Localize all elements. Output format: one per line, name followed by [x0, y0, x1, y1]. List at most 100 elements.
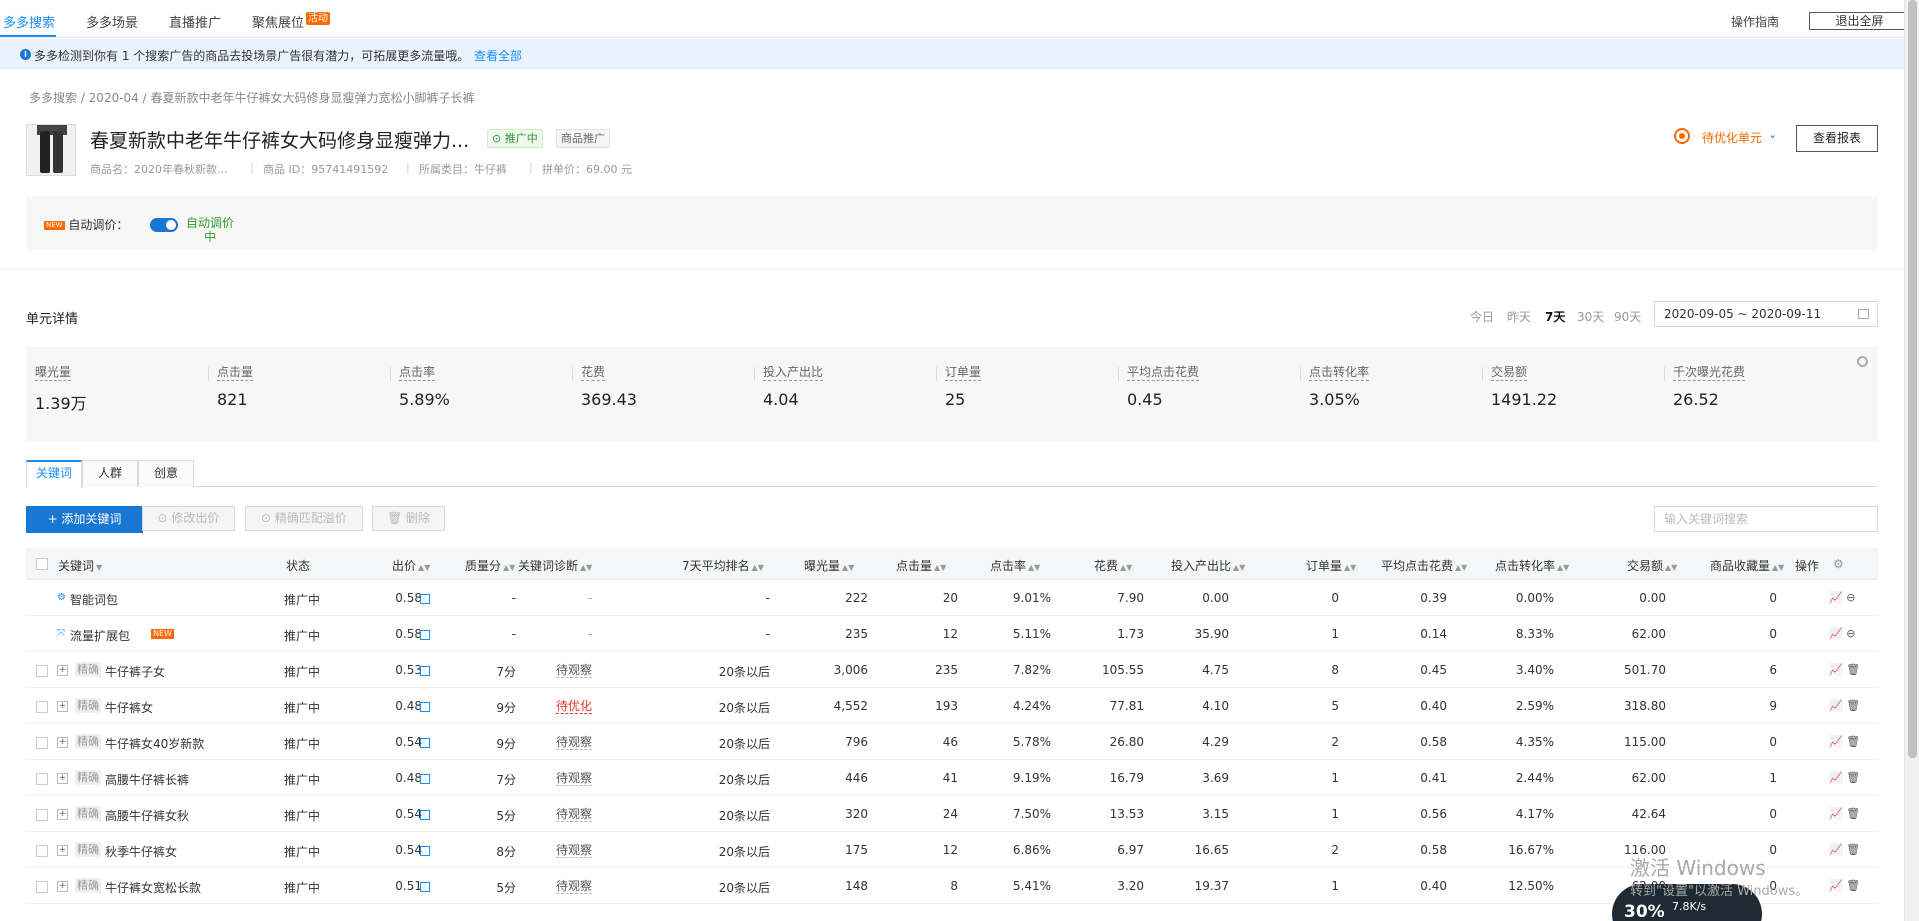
edit-icon[interactable]	[420, 630, 430, 640]
range-90d[interactable]: 90天	[1614, 308, 1641, 325]
vertical-scrollbar[interactable]	[1904, 0, 1919, 921]
diagnosis-text[interactable]: 待观察	[556, 663, 593, 678]
settings-icon[interactable]: ⚙	[1833, 557, 1844, 571]
tab-live-promo[interactable]: 直播推广	[169, 12, 221, 31]
trend-icon[interactable]: 📈	[1829, 879, 1843, 892]
diagnosis-text[interactable]: 待观察	[556, 771, 593, 786]
tab-focus-booth[interactable]: 聚焦展位 活动	[252, 12, 331, 31]
diagnosis-text[interactable]: 待优化	[556, 699, 593, 714]
edit-icon[interactable]	[420, 774, 430, 784]
modify-bid-button[interactable]: ⊙ 修改出价	[142, 506, 235, 531]
status-badge: ⊙ 推广中	[487, 129, 543, 148]
roi-value: 0.00	[1202, 591, 1229, 605]
expand-icon[interactable]: +	[57, 665, 68, 676]
tab-keywords[interactable]: 关键词	[26, 460, 82, 488]
col-impressions[interactable]: 曝光量 ▲▼	[804, 557, 854, 574]
trend-icon[interactable]: 📈	[1829, 735, 1843, 748]
trash-icon[interactable]: 🗑	[1846, 807, 1860, 820]
diagnosis-text[interactable]: 待观察	[556, 879, 593, 894]
trend-icon[interactable]: 📈	[1829, 627, 1843, 640]
keyword-text: 秋季牛仔裤女	[105, 845, 178, 859]
edit-icon[interactable]	[420, 738, 430, 748]
row-checkbox[interactable]	[36, 665, 48, 677]
diagnosis-text[interactable]: 待观察	[556, 735, 593, 750]
select-all-checkbox[interactable]	[36, 558, 48, 570]
delete-button[interactable]: 🗑 删除	[372, 506, 445, 531]
expand-icon[interactable]: +	[57, 773, 68, 784]
edit-icon[interactable]	[420, 594, 430, 604]
tab-duoduo-search[interactable]: 多多搜索	[3, 12, 55, 31]
add-keyword-button[interactable]: + 添加关键词	[26, 506, 143, 533]
col-favorites[interactable]: 商品收藏量 ▲▼	[1710, 557, 1784, 574]
col-cost[interactable]: 花费 ▲▼	[1094, 557, 1132, 574]
row-checkbox[interactable]	[36, 881, 48, 893]
col-diagnosis[interactable]: 关键词诊断 ▲▼	[518, 557, 592, 574]
col-roi[interactable]: 投入产出比 ▲▼	[1171, 557, 1245, 574]
cvr-value: 8.33%	[1515, 627, 1554, 641]
trend-icon[interactable]: 📈	[1829, 591, 1843, 604]
expand-icon[interactable]: +	[57, 701, 68, 712]
exit-fullscreen-button[interactable]: 退出全屏	[1809, 12, 1910, 30]
edit-icon[interactable]	[420, 846, 430, 856]
scrollbar-thumb[interactable]	[1908, 0, 1917, 758]
guide-link[interactable]: 操作指南	[1731, 13, 1779, 30]
range-yesterday[interactable]: 昨天	[1507, 308, 1531, 325]
remove-icon[interactable]: ⊖	[1846, 591, 1855, 604]
col-ctr[interactable]: 点击率 ▲▼	[990, 557, 1040, 574]
range-today[interactable]: 今日	[1470, 308, 1494, 325]
col-quality[interactable]: 质量分 ▲▼	[465, 557, 515, 574]
edit-icon[interactable]	[420, 810, 430, 820]
trash-icon[interactable]: 🗑	[1846, 771, 1860, 784]
expand-icon[interactable]: +	[57, 809, 68, 820]
date-range-picker[interactable]: 2020-09-05 ~ 2020-09-11	[1654, 301, 1878, 327]
edit-icon[interactable]	[420, 702, 430, 712]
tab-duoduo-scene[interactable]: 多多场景	[86, 12, 138, 31]
tab-audience[interactable]: 人群	[82, 460, 138, 487]
range-7d[interactable]: 7天	[1545, 308, 1565, 325]
trend-icon[interactable]: 📈	[1829, 771, 1843, 784]
trend-icon[interactable]: 📈	[1829, 807, 1843, 820]
chevron-down-icon[interactable]: ⌄	[1768, 128, 1777, 141]
expand-icon[interactable]: +	[57, 881, 68, 892]
remove-icon[interactable]: ⊖	[1846, 627, 1855, 640]
trend-icon[interactable]: 📈	[1829, 843, 1843, 856]
trash-icon[interactable]: 🗑	[1846, 663, 1860, 676]
edit-icon[interactable]	[420, 882, 430, 892]
view-report-button[interactable]: 查看报表	[1796, 125, 1878, 152]
col-gmv[interactable]: 交易额 ▲▼	[1627, 557, 1677, 574]
keyword-search-input[interactable]: 输入关键词搜索	[1654, 506, 1878, 532]
exact-match-premium-button[interactable]: ⊙ 精确匹配溢价	[245, 506, 363, 531]
view-all-link[interactable]: 查看全部	[474, 47, 522, 64]
col-keyword[interactable]: 关键词 ▼	[58, 557, 102, 574]
col-bid[interactable]: 出价 ▲▼	[392, 557, 430, 574]
auto-price-toggle[interactable]	[150, 218, 178, 232]
col-orders[interactable]: 订单量 ▲▼	[1306, 557, 1356, 574]
edit-icon[interactable]	[420, 666, 430, 676]
expand-icon[interactable]: +	[57, 737, 68, 748]
row-checkbox[interactable]	[36, 737, 48, 749]
range-30d[interactable]: 30天	[1577, 308, 1604, 325]
row-checkbox[interactable]	[36, 773, 48, 785]
col-clicks[interactable]: 点击量 ▲▼	[896, 557, 946, 574]
trash-icon[interactable]: 🗑	[1846, 879, 1860, 892]
trend-icon[interactable]: 📈	[1829, 699, 1843, 712]
expand-icon[interactable]: +	[57, 845, 68, 856]
diagnosis-text[interactable]: 待观察	[556, 843, 593, 858]
cvr-value: 4.17%	[1515, 807, 1554, 821]
optimize-unit-label[interactable]: 待优化单元	[1702, 129, 1762, 146]
diagnosis-text[interactable]: 待观察	[556, 807, 593, 822]
row-checkbox[interactable]	[36, 701, 48, 713]
tab-creative[interactable]: 创意	[138, 460, 194, 487]
col-cvr[interactable]: 点击转化率 ▲▼	[1495, 557, 1569, 574]
trend-icon[interactable]: 📈	[1829, 663, 1843, 676]
trash-icon[interactable]: 🗑	[1846, 735, 1860, 748]
unit-detail-title: 单元详情	[26, 312, 79, 327]
trash-icon[interactable]: 🗑	[1846, 699, 1860, 712]
new-tag: NEW	[151, 629, 174, 639]
col-cpc[interactable]: 平均点击花费 ▲▼	[1381, 557, 1467, 574]
gear-icon[interactable]	[1857, 356, 1868, 367]
row-checkbox[interactable]	[36, 809, 48, 821]
col-rank[interactable]: 7天平均排名 ▲▼	[682, 557, 764, 574]
row-checkbox[interactable]	[36, 845, 48, 857]
trash-icon[interactable]: 🗑	[1846, 843, 1860, 856]
